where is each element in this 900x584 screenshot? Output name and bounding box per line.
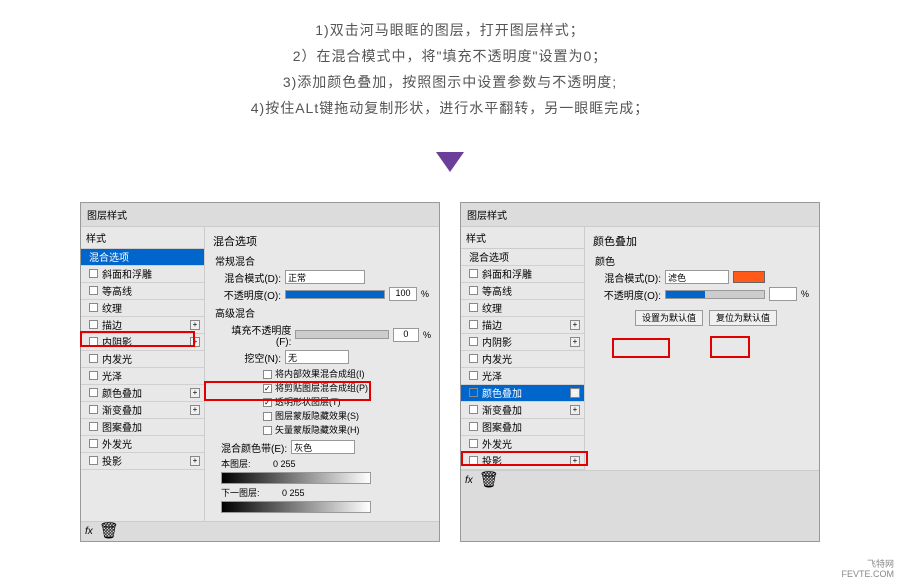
style-inner-glow[interactable]: 内发光 [461, 351, 584, 368]
reset-default-button[interactable]: 复位为默认值 [709, 310, 777, 326]
watermark: 飞特网 FEVTE.COM [841, 560, 894, 580]
style-pattern-overlay[interactable]: 图案叠加 [81, 419, 204, 436]
highlight-box-1 [80, 331, 195, 347]
color-swatch[interactable] [733, 271, 765, 283]
highlight-box-3 [461, 451, 588, 466]
layer-style-dialog-1: 图层样式 样式 混合选项 斜面和浮雕 等高线 纹理 描边+ 内阴影+ 内发光 光… [80, 202, 440, 542]
plus-icon[interactable]: + [570, 388, 580, 398]
plus-icon[interactable]: + [190, 320, 200, 330]
fx-icon[interactable]: fx [85, 526, 93, 537]
style-inner-shadow[interactable]: 内阴影+ [461, 334, 584, 351]
style-contour[interactable]: 等高线 [81, 283, 204, 300]
style-texture[interactable]: 纹理 [461, 300, 584, 317]
opacity-slider[interactable] [665, 290, 765, 299]
instructions: 1)双击河马眼眶的图层，打开图层样式； 2）在混合模式中，将"填充不透明度"设置… [0, 0, 900, 130]
opacity-label: 不透明度(O): [601, 287, 661, 302]
blend-mode-select[interactable]: 正常 [285, 270, 365, 284]
instruction-2: 2）在混合模式中，将"填充不透明度"设置为0； [0, 44, 900, 70]
blend-mode-label: 混合模式(D): [221, 270, 281, 285]
fill-opacity-input[interactable]: 0 [393, 328, 419, 342]
style-inner-glow[interactable]: 内发光 [81, 351, 204, 368]
style-contour[interactable]: 等高线 [461, 283, 584, 300]
styles-list: 样式 混合选项 斜面和浮雕 等高线 纹理 描边+ 内阴影+ 内发光 光泽 颜色叠… [461, 227, 585, 470]
opacity-slider[interactable] [285, 290, 385, 299]
section-title: 混合选项 [213, 233, 431, 249]
style-drop-shadow[interactable]: 投影+ [81, 453, 204, 470]
plus-icon[interactable]: + [570, 337, 580, 347]
down-triangle-icon [436, 152, 464, 172]
check-interior[interactable]: 将内部效果混合成组(I) [213, 367, 431, 380]
highlight-box-4 [612, 338, 670, 358]
style-blend-options[interactable]: 混合选项 [461, 249, 584, 266]
styles-header: 样式 [81, 227, 204, 249]
opacity-input[interactable]: 100 [389, 287, 417, 301]
check-mask-hide[interactable]: 图层蒙版隐藏效果(S) [213, 409, 431, 422]
style-bevel[interactable]: 斜面和浮雕 [81, 266, 204, 283]
fill-opacity-label: 填充不透明度(F): [221, 322, 291, 348]
opacity-label: 不透明度(O): [221, 287, 281, 302]
instruction-4: 4)按住ALt键拖动复制形状，进行水平翻转，另一眼眶完成； [0, 96, 900, 122]
dialog-footer: fx 🗑 [81, 521, 439, 541]
plus-icon[interactable]: + [570, 320, 580, 330]
style-pattern-overlay[interactable]: 图案叠加 [461, 419, 584, 436]
dialog-title: 图层样式 [81, 203, 439, 226]
layer-style-dialog-2: 图层样式 样式 混合选项 斜面和浮雕 等高线 纹理 描边+ 内阴影+ 内发光 光… [460, 202, 820, 542]
knockout-select[interactable]: 无 [285, 350, 349, 364]
style-color-overlay[interactable]: 颜色叠加+ [461, 385, 584, 402]
dialog-title: 图层样式 [461, 203, 819, 226]
style-color-overlay[interactable]: 颜色叠加+ [81, 385, 204, 402]
sub-title-general: 常规混合 [213, 253, 431, 268]
instruction-1: 1)双击河马眼眶的图层，打开图层样式； [0, 18, 900, 44]
sub-title-advanced: 高级混合 [213, 305, 431, 320]
style-bevel[interactable]: 斜面和浮雕 [461, 266, 584, 283]
plus-icon[interactable]: + [190, 405, 200, 415]
plus-icon[interactable]: + [190, 456, 200, 466]
highlight-box-2 [204, 381, 371, 401]
under-layer-label: 下一图层: [221, 488, 260, 498]
style-outer-glow[interactable]: 外发光 [81, 436, 204, 453]
trash-icon[interactable]: 🗑 [99, 521, 119, 541]
blend-options-panel: 混合选项 常规混合 混合模式(D): 正常 不透明度(O): 100 % 高级混… [205, 227, 439, 521]
trash-icon[interactable]: 🗑 [479, 470, 499, 490]
style-gradient-overlay[interactable]: 渐变叠加+ [461, 402, 584, 419]
style-blend-options[interactable]: 混合选项 [81, 249, 204, 266]
fill-opacity-slider[interactable] [295, 330, 388, 339]
style-texture[interactable]: 纹理 [81, 300, 204, 317]
under-layer-gradient[interactable] [221, 501, 371, 513]
plus-icon[interactable]: + [190, 388, 200, 398]
section-title: 颜色叠加 [593, 233, 811, 249]
dialog-panels: 图层样式 样式 混合选项 斜面和浮雕 等高线 纹理 描边+ 内阴影+ 内发光 光… [0, 202, 900, 542]
fx-icon[interactable]: fx [465, 475, 473, 486]
instruction-3: 3)添加颜色叠加，按照图示中设置参数与不透明度; [0, 70, 900, 96]
check-vector-hide[interactable]: 矢量蒙版隐藏效果(H) [213, 423, 431, 436]
dialog-footer: fx 🗑 [461, 470, 819, 490]
highlight-box-5 [710, 336, 750, 358]
style-satin[interactable]: 光泽 [461, 368, 584, 385]
this-layer-label: 本图层: [221, 459, 251, 469]
style-stroke[interactable]: 描边+ [461, 317, 584, 334]
styles-header: 样式 [461, 227, 584, 249]
knockout-label: 挖空(N): [221, 350, 281, 365]
blend-mode-select[interactable]: 滤色 [665, 270, 729, 284]
plus-icon[interactable]: + [570, 405, 580, 415]
sub-title-color: 颜色 [593, 253, 811, 268]
make-default-button[interactable]: 设置为默认值 [635, 310, 703, 326]
style-outer-glow[interactable]: 外发光 [461, 436, 584, 453]
blend-mode-label: 混合模式(D): [601, 270, 661, 285]
this-layer-gradient[interactable] [221, 472, 371, 484]
style-gradient-overlay[interactable]: 渐变叠加+ [81, 402, 204, 419]
blend-if-label: 混合颜色带(E): [221, 440, 287, 455]
style-satin[interactable]: 光泽 [81, 368, 204, 385]
opacity-input[interactable] [769, 287, 797, 301]
blend-if-select[interactable]: 灰色 [291, 440, 355, 454]
styles-list: 样式 混合选项 斜面和浮雕 等高线 纹理 描边+ 内阴影+ 内发光 光泽 颜色叠… [81, 227, 205, 521]
